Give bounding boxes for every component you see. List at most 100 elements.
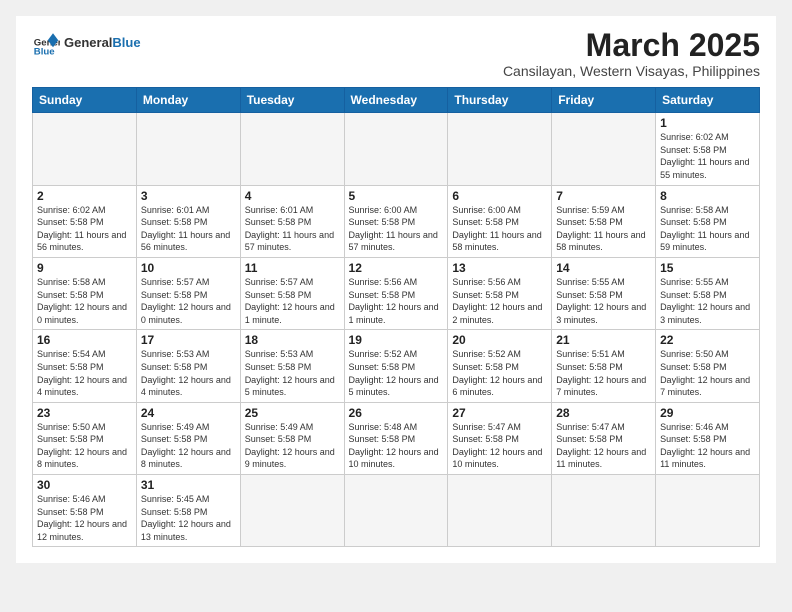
day-info: Sunrise: 5:53 AM Sunset: 5:58 PM Dayligh… <box>245 348 340 398</box>
day-info: Sunrise: 5:54 AM Sunset: 5:58 PM Dayligh… <box>37 348 132 398</box>
day-info: Sunrise: 5:49 AM Sunset: 5:58 PM Dayligh… <box>245 421 340 471</box>
calendar-cell: 10Sunrise: 5:57 AM Sunset: 5:58 PM Dayli… <box>136 257 240 329</box>
calendar-cell: 18Sunrise: 5:53 AM Sunset: 5:58 PM Dayli… <box>240 330 344 402</box>
day-info: Sunrise: 5:50 AM Sunset: 5:58 PM Dayligh… <box>37 421 132 471</box>
calendar-cell <box>136 113 240 185</box>
day-info: Sunrise: 5:48 AM Sunset: 5:58 PM Dayligh… <box>349 421 444 471</box>
calendar-cell: 21Sunrise: 5:51 AM Sunset: 5:58 PM Dayli… <box>552 330 656 402</box>
day-number: 28 <box>556 406 651 420</box>
day-number: 18 <box>245 333 340 347</box>
calendar-body: 1 Sunrise: 6:02 AM Sunset: 5:58 PM Daylig… <box>33 113 760 547</box>
day-header-monday: Monday <box>136 88 240 113</box>
calendar-cell: 24Sunrise: 5:49 AM Sunset: 5:58 PM Dayli… <box>136 402 240 474</box>
calendar-cell: 9Sunrise: 5:58 AM Sunset: 5:58 PM Daylig… <box>33 257 137 329</box>
logo-general-text: GeneralBlue <box>64 35 141 50</box>
day-number: 26 <box>349 406 444 420</box>
day-number: 1 <box>660 116 755 130</box>
calendar-cell: 5Sunrise: 6:00 AM Sunset: 5:58 PM Daylig… <box>344 185 448 257</box>
calendar-cell: 14Sunrise: 5:55 AM Sunset: 5:58 PM Dayli… <box>552 257 656 329</box>
calendar-cell <box>448 113 552 185</box>
location: Cansilayan, Western Visayas, Philippines <box>503 63 760 79</box>
day-info: Sunrise: 5:49 AM Sunset: 5:58 PM Dayligh… <box>141 421 236 471</box>
day-info: Sunrise: 5:57 AM Sunset: 5:58 PM Dayligh… <box>245 276 340 326</box>
day-number: 10 <box>141 261 236 275</box>
calendar-cell: 31Sunrise: 5:45 AM Sunset: 5:58 PM Dayli… <box>136 475 240 547</box>
day-number: 16 <box>37 333 132 347</box>
calendar-cell: 15Sunrise: 5:55 AM Sunset: 5:58 PM Dayli… <box>656 257 760 329</box>
day-info: Sunrise: 5:53 AM Sunset: 5:58 PM Dayligh… <box>141 348 236 398</box>
day-number: 14 <box>556 261 651 275</box>
calendar-cell: 1Sunrise: 6:02 AM Sunset: 5:58 PM Daylig… <box>656 113 760 185</box>
day-info: Sunrise: 5:56 AM Sunset: 5:58 PM Dayligh… <box>452 276 547 326</box>
calendar-cell: 4Sunrise: 6:01 AM Sunset: 5:58 PM Daylig… <box>240 185 344 257</box>
logo: General Blue GeneralBlue <box>32 28 141 56</box>
week-row-4: 23Sunrise: 5:50 AM Sunset: 5:58 PM Dayli… <box>33 402 760 474</box>
day-number: 6 <box>452 189 547 203</box>
day-info: Sunrise: 5:52 AM Sunset: 5:58 PM Dayligh… <box>349 348 444 398</box>
calendar-cell: 25Sunrise: 5:49 AM Sunset: 5:58 PM Dayli… <box>240 402 344 474</box>
day-header-wednesday: Wednesday <box>344 88 448 113</box>
title-block: March 2025 Cansilayan, Western Visayas, … <box>503 28 760 79</box>
calendar-cell: 6Sunrise: 6:00 AM Sunset: 5:58 PM Daylig… <box>448 185 552 257</box>
week-row-3: 16Sunrise: 5:54 AM Sunset: 5:58 PM Dayli… <box>33 330 760 402</box>
day-info: Sunrise: 5:55 AM Sunset: 5:58 PM Dayligh… <box>660 276 755 326</box>
day-number: 12 <box>349 261 444 275</box>
day-header-thursday: Thursday <box>448 88 552 113</box>
header: General Blue GeneralBlue March 2025 Cans… <box>32 28 760 79</box>
day-info: Sunrise: 5:58 AM Sunset: 5:58 PM Dayligh… <box>660 204 755 254</box>
calendar-container: General Blue GeneralBlue March 2025 Cans… <box>16 16 776 563</box>
calendar-cell <box>448 475 552 547</box>
day-number: 22 <box>660 333 755 347</box>
day-number: 2 <box>37 189 132 203</box>
day-info: Sunrise: 5:50 AM Sunset: 5:58 PM Dayligh… <box>660 348 755 398</box>
day-number: 4 <box>245 189 340 203</box>
day-info: Sunrise: 5:45 AM Sunset: 5:58 PM Dayligh… <box>141 493 236 543</box>
day-number: 13 <box>452 261 547 275</box>
day-number: 15 <box>660 261 755 275</box>
week-row-5: 30Sunrise: 5:46 AM Sunset: 5:58 PM Dayli… <box>33 475 760 547</box>
day-number: 21 <box>556 333 651 347</box>
day-number: 11 <box>245 261 340 275</box>
day-info: Sunrise: 6:01 AM Sunset: 5:58 PM Dayligh… <box>141 204 236 254</box>
calendar-cell <box>552 113 656 185</box>
week-row-0: 1Sunrise: 6:02 AM Sunset: 5:58 PM Daylig… <box>33 113 760 185</box>
day-number: 8 <box>660 189 755 203</box>
day-info: Sunrise: 5:59 AM Sunset: 5:58 PM Dayligh… <box>556 204 651 254</box>
calendar-cell: 3Sunrise: 6:01 AM Sunset: 5:58 PM Daylig… <box>136 185 240 257</box>
day-info: Sunrise: 6:00 AM Sunset: 5:58 PM Dayligh… <box>452 204 547 254</box>
calendar-cell: 8Sunrise: 5:58 AM Sunset: 5:58 PM Daylig… <box>656 185 760 257</box>
day-info: Sunrise: 5:47 AM Sunset: 5:58 PM Dayligh… <box>556 421 651 471</box>
week-row-2: 9Sunrise: 5:58 AM Sunset: 5:58 PM Daylig… <box>33 257 760 329</box>
day-number: 20 <box>452 333 547 347</box>
logo-icon: General Blue <box>32 28 60 56</box>
day-info: Sunrise: 5:47 AM Sunset: 5:58 PM Dayligh… <box>452 421 547 471</box>
calendar-cell <box>344 475 448 547</box>
calendar-cell: 28Sunrise: 5:47 AM Sunset: 5:58 PM Dayli… <box>552 402 656 474</box>
day-header-sunday: Sunday <box>33 88 137 113</box>
day-number: 24 <box>141 406 236 420</box>
day-number: 27 <box>452 406 547 420</box>
day-info: Sunrise: 5:52 AM Sunset: 5:58 PM Dayligh… <box>452 348 547 398</box>
calendar-cell: 20Sunrise: 5:52 AM Sunset: 5:58 PM Dayli… <box>448 330 552 402</box>
day-number: 5 <box>349 189 444 203</box>
calendar-cell: 26Sunrise: 5:48 AM Sunset: 5:58 PM Dayli… <box>344 402 448 474</box>
day-header-friday: Friday <box>552 88 656 113</box>
calendar-cell <box>344 113 448 185</box>
calendar-cell: 16Sunrise: 5:54 AM Sunset: 5:58 PM Dayli… <box>33 330 137 402</box>
day-number: 17 <box>141 333 236 347</box>
day-info: Sunrise: 6:02 AM Sunset: 5:58 PM Dayligh… <box>37 204 132 254</box>
day-info: Sunrise: 5:56 AM Sunset: 5:58 PM Dayligh… <box>349 276 444 326</box>
week-row-1: 2Sunrise: 6:02 AM Sunset: 5:58 PM Daylig… <box>33 185 760 257</box>
days-of-week-row: SundayMondayTuesdayWednesdayThursdayFrid… <box>33 88 760 113</box>
calendar-cell: 2Sunrise: 6:02 AM Sunset: 5:58 PM Daylig… <box>33 185 137 257</box>
day-info: Sunrise: 5:46 AM Sunset: 5:58 PM Dayligh… <box>660 421 755 471</box>
calendar-cell <box>33 113 137 185</box>
day-number: 25 <box>245 406 340 420</box>
calendar-cell <box>240 113 344 185</box>
calendar-cell: 22Sunrise: 5:50 AM Sunset: 5:58 PM Dayli… <box>656 330 760 402</box>
day-info: Sunrise: 5:55 AM Sunset: 5:58 PM Dayligh… <box>556 276 651 326</box>
calendar-cell: 11Sunrise: 5:57 AM Sunset: 5:58 PM Dayli… <box>240 257 344 329</box>
calendar-cell: 23Sunrise: 5:50 AM Sunset: 5:58 PM Dayli… <box>33 402 137 474</box>
day-header-saturday: Saturday <box>656 88 760 113</box>
day-number: 29 <box>660 406 755 420</box>
